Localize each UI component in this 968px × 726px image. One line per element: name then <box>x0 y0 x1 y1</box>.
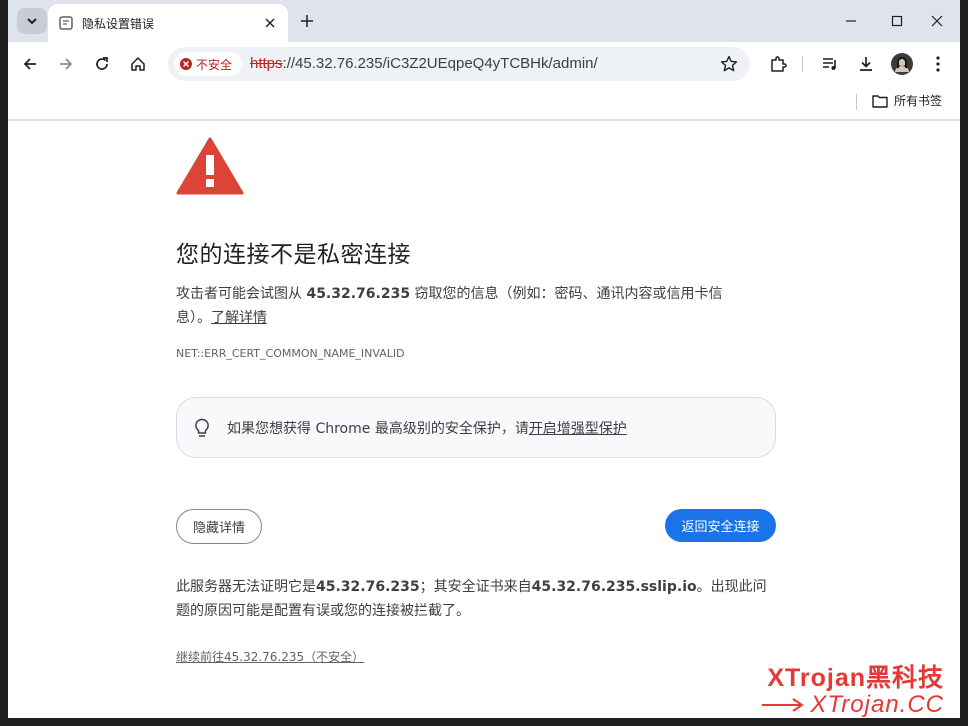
browser-window: 隐私设置错误 不安全 https://45.32.76.235/iC3Z2UEq… <box>0 0 968 726</box>
security-chip[interactable]: 不安全 <box>174 52 242 76</box>
security-label: 不安全 <box>196 57 233 72</box>
all-bookmarks-button[interactable]: 所有书签 <box>872 92 942 109</box>
toolbar-separator <box>802 56 803 72</box>
arrow-right-icon <box>762 698 805 712</box>
all-bookmarks-label: 所有书签 <box>894 94 943 108</box>
minimize-icon <box>846 20 856 22</box>
bookmark-star-button[interactable] <box>716 51 742 77</box>
enhanced-protection-banner: 如果您想获得 Chrome 最高级别的安全保护，请开启增强型保护 <box>176 397 776 458</box>
toolbar: 不安全 https://45.32.76.235/iC3Z2UEqpeQ4yTC… <box>8 42 960 86</box>
desc-prefix: 攻击者可能会试图从 <box>176 286 307 302</box>
downloads-button[interactable] <box>852 50 880 78</box>
close-window-button[interactable] <box>922 8 952 34</box>
tab-title: 隐私设置错误 <box>82 16 155 31</box>
omnibox[interactable]: 不安全 https://45.32.76.235/iC3Z2UEqpeQ4yTC… <box>168 47 750 81</box>
watermark-title: XTrojan黑科技 <box>767 664 944 692</box>
lightbulb-icon <box>193 417 211 439</box>
playlist-icon <box>823 58 836 70</box>
warning-triangle-icon <box>176 137 244 195</box>
enhanced-prefix: 如果您想获得 Chrome 最高级别的安全保护，请 <box>227 420 529 437</box>
explain-cert-host: 45.32.76.235.sslip.io <box>531 579 697 595</box>
enable-enhanced-protection-link[interactable]: 开启增强型保护 <box>529 421 627 437</box>
interstitial-page: 您的连接不是私密连接 攻击者可能会试图从 45.32.76.235 窃取您的信息… <box>8 121 960 718</box>
reload-icon <box>96 57 108 70</box>
tab-search-button[interactable] <box>17 8 47 34</box>
error-code: NET::ERR_CERT_COMMON_NAME_INVALID <box>176 347 405 360</box>
puzzle-icon <box>771 56 787 72</box>
back-to-safety-button[interactable]: 返回安全连接 <box>665 509 776 542</box>
explain-part-1: 此服务器无法证明它是 <box>176 579 316 595</box>
more-vertical-icon <box>936 56 940 72</box>
new-tab-button[interactable] <box>296 10 318 32</box>
arrow-right-icon <box>60 58 73 70</box>
maximize-button[interactable] <box>882 8 912 34</box>
page-title: 您的连接不是私密连接 <box>176 242 411 268</box>
tab-close-icon[interactable] <box>262 15 278 31</box>
learn-more-link[interactable]: 了解详情 <box>211 310 267 326</box>
media-controls-button[interactable] <box>816 50 844 78</box>
download-icon <box>860 57 872 71</box>
warning-favicon-icon <box>58 15 74 31</box>
page-description: 攻击者可能会试图从 45.32.76.235 窃取您的信息（例如：密码、通讯内容… <box>176 282 752 330</box>
extensions-button[interactable] <box>764 50 792 78</box>
proceed-unsafe-link[interactable]: 继续前往45.32.76.235（不安全） <box>176 648 364 665</box>
url-text[interactable]: https://45.32.76.235/iC3Z2UEqpeQ4yTCBHk/… <box>250 55 598 72</box>
plus-icon <box>301 15 313 27</box>
close-icon <box>931 15 943 27</box>
minimize-button[interactable] <box>836 8 866 34</box>
hide-details-button[interactable]: 隐藏详情 <box>176 509 262 544</box>
bookmarks-bar: 所有书签 <box>8 86 960 120</box>
folder-icon <box>872 94 888 108</box>
back-button[interactable] <box>16 50 44 78</box>
home-button[interactable] <box>124 50 152 78</box>
menu-button[interactable] <box>924 50 952 78</box>
enhanced-protection-text: 如果您想获得 Chrome 最高级别的安全保护，请开启增强型保护 <box>227 418 627 438</box>
watermark-url-text: XTrojan.CC <box>810 691 944 718</box>
bookmarks-separator <box>856 94 857 110</box>
explain-part-2: ；其安全证书来自 <box>419 579 532 595</box>
explain-host: 45.32.76.235 <box>316 579 420 595</box>
reload-button[interactable] <box>88 50 116 78</box>
forward-button[interactable] <box>52 50 80 78</box>
profile-button[interactable] <box>888 50 916 78</box>
tab-strip: 隐私设置错误 <box>8 0 960 42</box>
watermark-url: XTrojan.CC <box>762 691 944 719</box>
arrow-left-icon <box>23 58 36 70</box>
not-secure-icon <box>180 58 192 70</box>
home-icon <box>131 57 145 71</box>
desc-host: 45.32.76.235 <box>306 286 411 302</box>
url-scheme: https <box>250 55 283 72</box>
details-explanation: 此服务器无法证明它是45.32.76.235；其安全证书来自45.32.76.2… <box>176 575 776 623</box>
active-tab[interactable]: 隐私设置错误 <box>48 4 288 42</box>
url-rest: ://45.32.76.235/iC3Z2UEqpeQ4yTCBHk/admin… <box>282 55 598 72</box>
chevron-down-icon <box>27 18 37 25</box>
star-icon <box>720 55 738 72</box>
maximize-icon <box>891 15 903 27</box>
avatar <box>891 53 913 75</box>
